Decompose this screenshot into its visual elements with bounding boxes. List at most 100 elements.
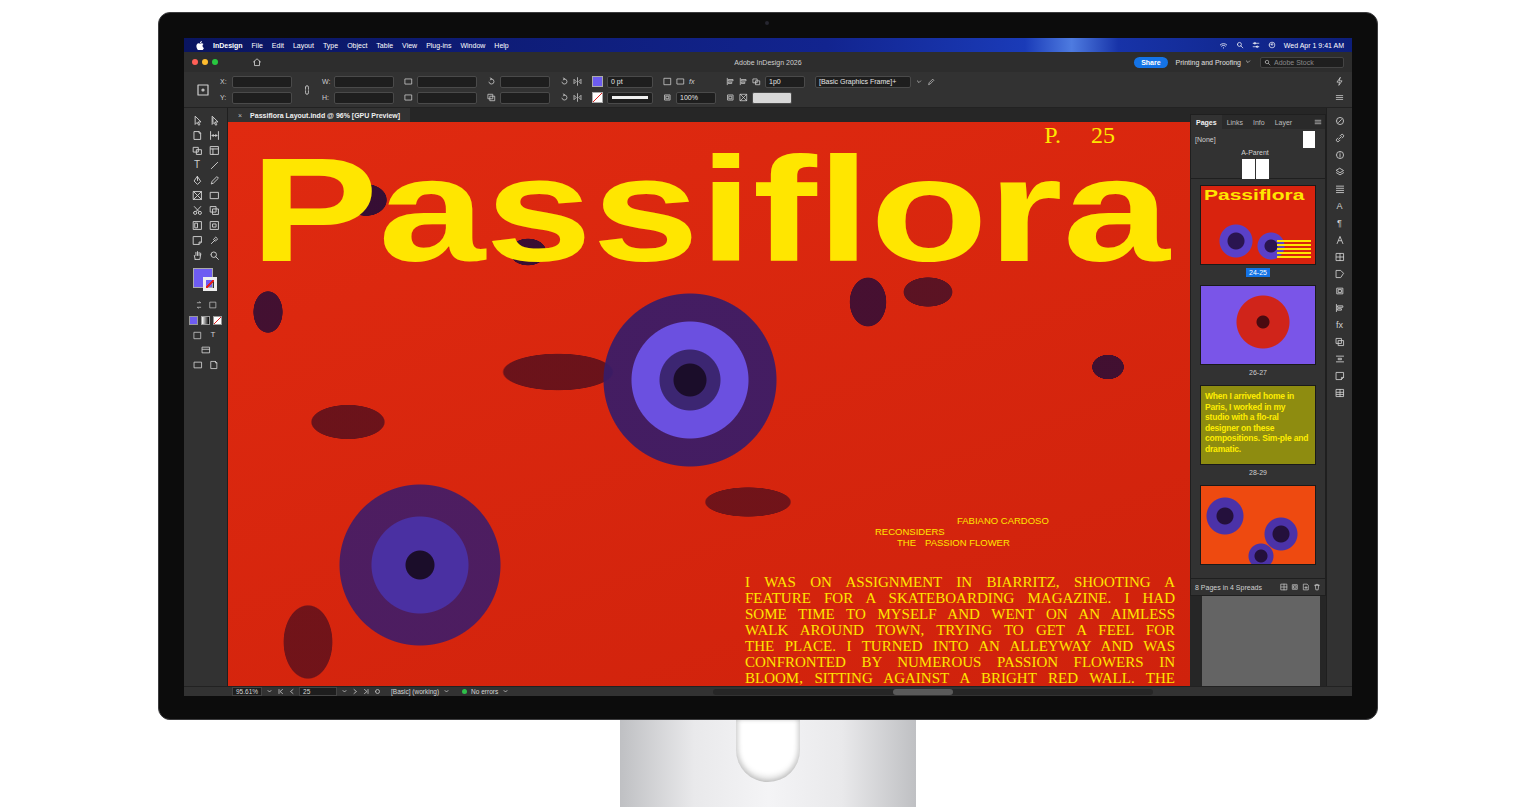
- panel-tab[interactable]: Info: [1248, 115, 1270, 129]
- page-size-icon[interactable]: [1280, 583, 1288, 591]
- eyedropper-tool-icon[interactable]: [209, 235, 220, 246]
- frame-fitting-icon[interactable]: [663, 77, 672, 86]
- swap-colors-icon[interactable]: [195, 301, 203, 309]
- zoom-field[interactable]: 95.61%: [232, 687, 262, 696]
- feather-tool-icon[interactable]: [209, 220, 220, 231]
- page-tool-icon[interactable]: [192, 130, 203, 141]
- gradient-tool-icon[interactable]: [192, 220, 203, 231]
- zoom-tool-icon[interactable]: [209, 250, 220, 261]
- align-center-icon[interactable]: [739, 77, 748, 86]
- apple-logo-icon[interactable]: [196, 41, 204, 50]
- page-dropdown-icon[interactable]: [341, 688, 348, 695]
- spread[interactable]: 26-27: [1200, 285, 1316, 385]
- default-colors-icon[interactable]: [209, 301, 217, 309]
- swatch-icon[interactable]: [1335, 252, 1345, 262]
- menu-item[interactable]: Type: [323, 42, 338, 49]
- stroke-swatch[interactable]: [592, 92, 603, 103]
- position-field[interactable]: [232, 92, 292, 104]
- pencil-tool-icon[interactable]: [209, 175, 220, 186]
- scale-y-field[interactable]: [417, 92, 477, 104]
- panel-tab[interactable]: Links: [1222, 115, 1248, 129]
- zoom-dropdown-icon[interactable]: [266, 688, 273, 695]
- home-icon[interactable]: [252, 57, 262, 67]
- delete-page-icon[interactable]: [1313, 583, 1321, 591]
- align-icon[interactable]: [1335, 303, 1345, 313]
- rotate-icon[interactable]: [487, 77, 496, 86]
- zoom-button[interactable]: [212, 59, 218, 65]
- previous-page-icon[interactable]: [288, 688, 295, 695]
- wrap-icon[interactable]: [1335, 354, 1345, 364]
- spread[interactable]: Passiflora 24-25: [1200, 185, 1316, 285]
- note-icon[interactable]: [1335, 371, 1345, 381]
- rotate-cw-icon[interactable]: [560, 77, 569, 86]
- panel-menu-icon[interactable]: [1314, 118, 1322, 126]
- constrain-proportions-icon[interactable]: [302, 85, 312, 95]
- document-tab[interactable]: × Passiflora Layout.indd @ 96% [GPU Prev…: [228, 108, 410, 122]
- auto-fit-icon[interactable]: [752, 77, 761, 86]
- edit-style-icon[interactable]: [927, 78, 935, 86]
- scissors-tool-icon[interactable]: [192, 205, 203, 216]
- panel-menu-icon[interactable]: [1335, 93, 1344, 102]
- scale-x-icon[interactable]: [404, 77, 413, 86]
- new-page-icon[interactable]: [1302, 583, 1310, 591]
- direct-tool-icon[interactable]: [209, 115, 220, 126]
- close-button[interactable]: [192, 59, 198, 65]
- scale-x-field[interactable]: [417, 76, 477, 88]
- preflight-status[interactable]: No errors: [471, 688, 498, 695]
- stroke-type-field[interactable]: [607, 92, 653, 104]
- select-container-icon[interactable]: [726, 93, 735, 102]
- stock-search[interactable]: Adobe Stock: [1260, 57, 1344, 68]
- open-document-icon[interactable]: [374, 688, 381, 695]
- wifi-icon[interactable]: [1219, 41, 1228, 50]
- menu-item[interactable]: Help: [494, 42, 508, 49]
- select-content-icon[interactable]: [739, 93, 748, 102]
- spotlight-icon[interactable]: [1236, 41, 1244, 49]
- charstyle-icon[interactable]: [1335, 235, 1345, 245]
- body-text[interactable]: I WAS ON ASSIGNMENT IN BIARRITZ, SHOOTIN…: [745, 574, 1175, 686]
- tag-icon[interactable]: [1335, 269, 1345, 279]
- quick-actions-icon[interactable]: [1335, 77, 1344, 86]
- effects-button[interactable]: fx: [689, 78, 694, 85]
- preview-mode-icon[interactable]: [193, 360, 203, 370]
- close-tab-button[interactable]: ×: [238, 112, 242, 119]
- share-button[interactable]: Share: [1134, 57, 1167, 68]
- place-tool-icon[interactable]: [209, 145, 220, 156]
- info-icon[interactable]: [1335, 150, 1345, 160]
- edit-page-icon[interactable]: [1291, 583, 1299, 591]
- rect-tool-icon[interactable]: [209, 190, 220, 201]
- spread-thumbnail[interactable]: [1200, 285, 1316, 365]
- flip-vertical-icon[interactable]: [573, 93, 582, 102]
- parent-page[interactable]: [None]: [1191, 129, 1325, 149]
- headline[interactable]: Passiflora: [250, 154, 1170, 266]
- pathfinder-icon[interactable]: [1335, 337, 1345, 347]
- preflight-menu-icon[interactable]: [502, 688, 509, 695]
- object-style-dropdown[interactable]: [Basic Graphics Frame]+: [815, 76, 911, 88]
- reference-point-icon[interactable]: [196, 83, 210, 97]
- rotate-ccw-icon[interactable]: [560, 93, 569, 102]
- hand-tool-icon[interactable]: [192, 250, 203, 261]
- object-icon[interactable]: [1335, 286, 1345, 296]
- opacity-field[interactable]: 100%: [676, 92, 716, 104]
- menu-item[interactable]: Object: [347, 42, 367, 49]
- menu-item[interactable]: View: [402, 42, 417, 49]
- opacity-icon[interactable]: [663, 93, 672, 102]
- cc-icon[interactable]: [1335, 116, 1345, 126]
- panel-tab[interactable]: Pages: [1191, 115, 1222, 129]
- gap-tool-icon[interactable]: [209, 130, 220, 141]
- panel-button[interactable]: fx: [1336, 320, 1343, 330]
- screen-mode-icon[interactable]: [201, 345, 211, 355]
- spread-thumbnail[interactable]: Passiflora: [1200, 185, 1316, 265]
- stroke-icon[interactable]: [1335, 184, 1345, 194]
- stroke-weight-field[interactable]: 0 pt: [607, 76, 653, 88]
- fit-content-icon[interactable]: [676, 77, 685, 86]
- user-icon[interactable]: [1268, 41, 1276, 49]
- size-field[interactable]: [334, 92, 394, 104]
- layers-icon[interactable]: [1335, 167, 1345, 177]
- parent-page[interactable]: A-Parent: [1191, 149, 1325, 177]
- rotation-field[interactable]: [500, 76, 550, 88]
- byline[interactable]: FABIANO CARDOSORECONSIDERSTHEPASSION FLO…: [875, 515, 1175, 548]
- stroke-swatch[interactable]: [203, 277, 217, 291]
- clock[interactable]: Wed Apr 1 9:41 AM: [1284, 42, 1344, 49]
- next-page-icon[interactable]: [352, 688, 359, 695]
- select-tool-icon[interactable]: [192, 115, 203, 126]
